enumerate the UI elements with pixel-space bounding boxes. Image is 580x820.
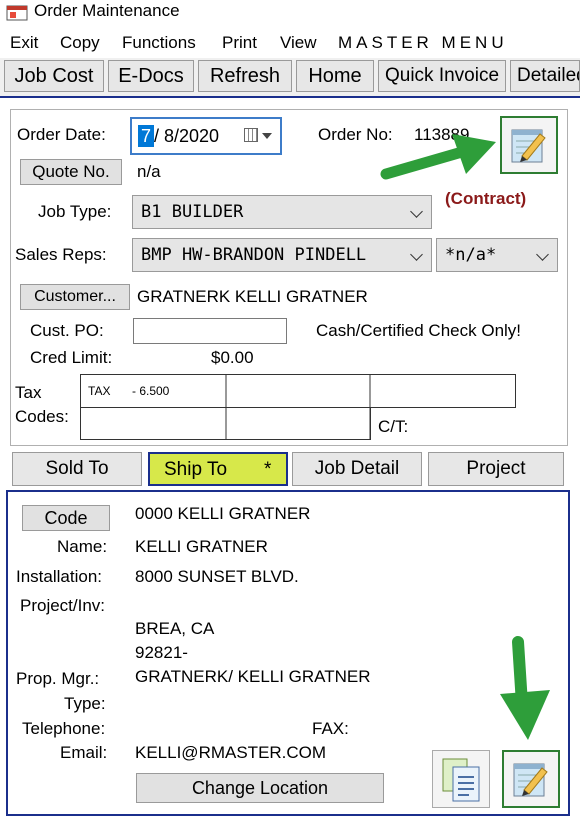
tab-project[interactable]: Project (428, 452, 564, 486)
title-bar: Order Maintenance (0, 0, 580, 24)
ship-to-notepad-button[interactable] (502, 750, 560, 808)
notepad-pencil-icon (513, 763, 548, 797)
customer-value: GRATNERK KELLI GRATNER (137, 287, 368, 306)
job-type-label: Job Type: (38, 202, 112, 221)
email-label: Email: (60, 743, 108, 762)
chevron-down-icon (410, 248, 423, 261)
sales-rep2-select[interactable]: *n/a* (436, 238, 558, 272)
e-docs-button[interactable]: E-Docs (108, 60, 194, 92)
telephone-label: Telephone: (22, 719, 106, 738)
job-type-value: B1 BUILDER (141, 202, 244, 222)
calendar-icon[interactable] (244, 128, 258, 142)
tab-ship-to-modified-marker: * (264, 459, 272, 480)
menu-functions[interactable]: Functions (122, 32, 196, 54)
tab-job-detail[interactable]: Job Detail (292, 452, 422, 486)
order-date-picker[interactable]: 7 / 8/2020 (130, 117, 282, 155)
documents-icon (442, 758, 480, 802)
sales-reps-label: Sales Reps: (15, 245, 107, 264)
refresh-button[interactable]: Refresh (198, 60, 292, 92)
fax-label: FAX: (312, 719, 349, 738)
order-date-rest: / 8/2020 (154, 126, 220, 146)
installation-value: 8000 SUNSET BLVD. (135, 567, 299, 586)
ship-to-name-label: Name: (57, 537, 108, 556)
tax-rate-cell: - 6.500 (132, 384, 170, 398)
project-inv-label: Project/Inv: (20, 596, 106, 615)
green-arrow-icon (500, 636, 550, 740)
sales-rep-select[interactable]: BMP HW-BRANDON PINDELL (132, 238, 432, 272)
tax-code-cell[interactable]: TAX (88, 384, 110, 398)
green-arrow-icon (380, 134, 496, 180)
tab-ship-to[interactable]: Ship To * (148, 452, 288, 486)
documents-button[interactable] (432, 750, 490, 808)
order-date-month[interactable]: 7 (138, 125, 154, 147)
menu-print[interactable]: Print (222, 32, 257, 54)
customer-button[interactable]: Customer... (20, 284, 130, 310)
menu-copy[interactable]: Copy (60, 32, 100, 54)
quote-number-value: n/a (137, 162, 161, 181)
app-window-icon (6, 5, 28, 21)
prop-mgr-value: GRATNERK/ KELLI GRATNER (135, 667, 371, 686)
job-cost-button[interactable]: Job Cost (4, 60, 104, 92)
ship-to-code-button[interactable]: Code (22, 505, 110, 531)
order-date-label: Order Date: (17, 125, 106, 144)
toolbar: Job Cost E-Docs Refresh Home Quick Invoi… (0, 58, 580, 98)
chevron-down-icon (536, 248, 549, 261)
change-location-button[interactable]: Change Location (136, 773, 384, 803)
notepad-pencil-icon (511, 129, 546, 163)
menu-master-menu[interactable]: MASTER MENU (338, 32, 508, 54)
tax-label: Tax (15, 383, 42, 402)
codes-label: Codes: (15, 407, 69, 426)
contract-notepad-button[interactable] (500, 116, 558, 174)
menu-view[interactable]: View (280, 32, 317, 54)
job-type-select[interactable]: B1 BUILDER (132, 195, 432, 229)
chevron-down-icon[interactable] (262, 133, 272, 139)
detailed-button[interactable]: Detailed (510, 60, 580, 92)
cred-limit-label: Cred Limit: (30, 348, 113, 367)
email-value: KELLI@RMASTER.COM (135, 743, 327, 762)
city-state-value: BREA, CA (135, 619, 215, 638)
ship-to-name-value: KELLI GRATNER (135, 537, 268, 556)
type-label: Type: (64, 694, 106, 713)
chevron-down-icon (410, 205, 423, 218)
zip-value: 92821- (135, 643, 188, 662)
cash-only-note: Cash/Certified Check Only! (316, 321, 522, 340)
tab-sold-to[interactable]: Sold To (12, 452, 142, 486)
sales-rep2-value: *n/a* (445, 245, 497, 265)
prop-mgr-label: Prop. Mgr.: (16, 669, 100, 688)
window-title: Order Maintenance (34, 1, 180, 20)
tab-ship-to-label: Ship To (164, 459, 228, 480)
cust-po-input[interactable] (133, 318, 287, 344)
menu-exit[interactable]: Exit (10, 32, 38, 54)
quote-number-button[interactable]: Quote No. (20, 159, 122, 185)
cred-limit-value: $0.00 (211, 348, 254, 367)
contract-label: (Contract) (445, 189, 527, 208)
ship-to-code-value: 0000 KELLI GRATNER (135, 504, 311, 523)
menu-bar: Exit Copy Functions Print View MASTER ME… (0, 30, 580, 56)
ct-label: C/T: (378, 417, 409, 436)
quick-invoice-button[interactable]: Quick Invoice (378, 60, 506, 92)
home-button[interactable]: Home (296, 60, 374, 92)
installation-label: Installation: (16, 567, 102, 586)
sales-rep-value: BMP HW-BRANDON PINDELL (141, 245, 367, 265)
cust-po-label: Cust. PO: (30, 321, 104, 340)
